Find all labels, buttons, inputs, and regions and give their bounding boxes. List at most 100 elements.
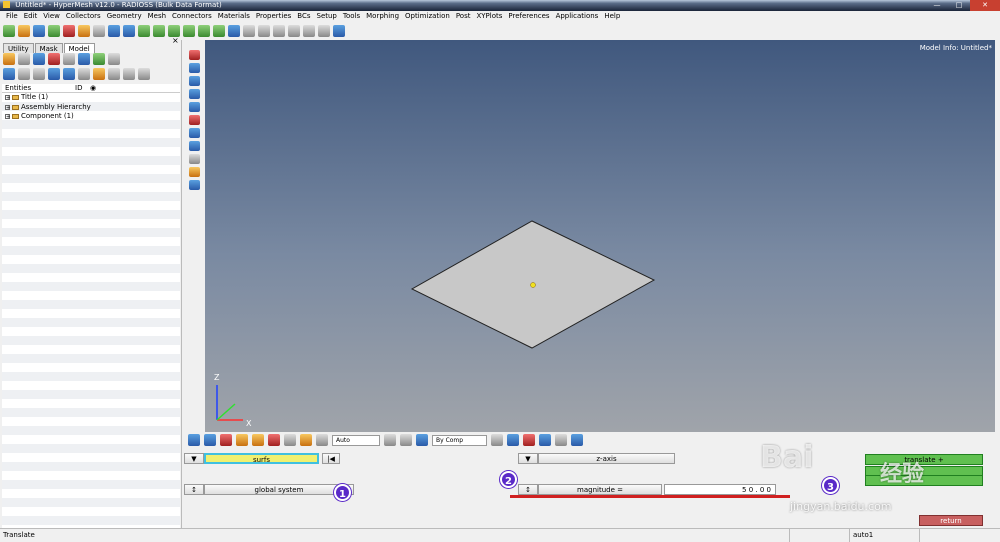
fit-icon[interactable] <box>243 25 255 37</box>
color-col-icon[interactable]: ◉ <box>87 84 96 92</box>
graphics-viewport[interactable]: Model Info: Untitled* Z X <box>205 40 995 432</box>
elem-mode-icon[interactable] <box>539 434 551 446</box>
wireframe-icon[interactable] <box>188 63 200 73</box>
wire-mode-icon[interactable] <box>491 434 503 446</box>
surfs-dropdown-arrow[interactable]: ▼ <box>184 453 204 464</box>
light-icon[interactable] <box>188 128 200 138</box>
user-icon[interactable] <box>78 25 90 37</box>
tab-utility[interactable]: Utility <box>3 43 34 53</box>
comp-display-icon[interactable] <box>188 434 200 446</box>
tree-item[interactable]: + Title (1) <box>2 93 180 103</box>
expand-plus-icon[interactable]: + <box>5 95 10 101</box>
expand-plus-icon[interactable]: + <box>5 104 10 110</box>
global-system-button[interactable]: global system <box>204 484 354 495</box>
props-tool-icon[interactable] <box>33 53 45 65</box>
feature-icon[interactable] <box>188 89 200 99</box>
rotate-icon[interactable] <box>303 25 315 37</box>
view-top-icon[interactable] <box>198 25 210 37</box>
open-icon[interactable] <box>18 25 30 37</box>
info-123-icon[interactable] <box>188 141 200 151</box>
tab-model[interactable]: Model <box>63 43 95 53</box>
vector-dropdown-arrow[interactable]: ▼ <box>518 453 538 464</box>
surf-display-icon[interactable] <box>204 434 216 446</box>
menu-tools[interactable]: Tools <box>340 11 363 22</box>
view-bottom-icon[interactable] <box>213 25 225 37</box>
mats-tool-icon[interactable] <box>48 53 60 65</box>
loads-tool-icon[interactable] <box>93 53 105 65</box>
close-panel-icon[interactable]: × <box>172 36 179 45</box>
minimize-button[interactable]: — <box>926 0 948 11</box>
expand-plus-icon[interactable]: + <box>5 114 10 120</box>
view-front-icon[interactable] <box>138 25 150 37</box>
expand-icon[interactable] <box>3 68 15 80</box>
surfs-selector[interactable]: surfs <box>204 453 319 464</box>
abc-label-icon[interactable] <box>188 154 200 164</box>
menu-file[interactable]: File <box>3 11 21 22</box>
tab-mask[interactable]: Mask <box>34 43 63 53</box>
bycomp-select[interactable]: By Comp <box>432 434 487 446</box>
entities-col[interactable]: Entities <box>2 84 72 92</box>
magnitude-input[interactable]: 5 0 . 0 0 <box>664 484 776 495</box>
refresh-icon[interactable] <box>333 25 345 37</box>
show-icon[interactable] <box>48 68 60 80</box>
menu-morphing[interactable]: Morphing <box>363 11 402 22</box>
menu-optimization[interactable]: Optimization <box>402 11 453 22</box>
misc-tool-icon[interactable] <box>108 53 120 65</box>
zoom-icon[interactable] <box>108 25 120 37</box>
geometry-color-icon[interactable] <box>416 434 428 446</box>
hide-icon[interactable] <box>63 68 75 80</box>
grid-icon[interactable] <box>555 434 567 446</box>
system-toggle[interactable]: ↕ <box>184 484 204 495</box>
abc-highlight-icon[interactable] <box>188 167 200 177</box>
select-mode-icon[interactable] <box>400 434 412 446</box>
menu-post[interactable]: Post <box>453 11 474 22</box>
id-col[interactable]: ID <box>72 84 87 92</box>
status-collector[interactable]: auto1 <box>850 529 920 542</box>
monitor-icon[interactable] <box>571 434 583 446</box>
export-icon[interactable] <box>63 25 75 37</box>
model-tool-icon[interactable] <box>3 53 15 65</box>
magnitude-label[interactable]: magnitude = <box>538 484 662 495</box>
loads-display-icon[interactable] <box>236 434 248 446</box>
collapse-icon[interactable] <box>18 68 30 80</box>
pan-icon[interactable] <box>288 25 300 37</box>
menu-properties[interactable]: Properties <box>253 11 294 22</box>
menu-setup[interactable]: Setup <box>314 11 340 22</box>
element-shade-icon[interactable] <box>188 115 200 125</box>
menu-collectors[interactable]: Collectors <box>63 11 104 22</box>
menu-geometry[interactable]: Geometry <box>104 11 145 22</box>
menu-preferences[interactable]: Preferences <box>505 11 552 22</box>
lasso-icon[interactable] <box>384 434 396 446</box>
import-icon[interactable] <box>48 25 60 37</box>
magnitude-toggle[interactable]: ↕ <box>518 484 538 495</box>
filter-icon[interactable] <box>33 68 45 80</box>
undo-icon[interactable] <box>138 68 150 80</box>
spin-icon[interactable] <box>318 25 330 37</box>
find-icon[interactable] <box>300 434 312 446</box>
menu-bcs[interactable]: BCs <box>294 11 313 22</box>
shaded-icon[interactable] <box>188 50 200 60</box>
menu-applications[interactable]: Applications <box>553 11 602 22</box>
reset-selection-button[interactable]: |◀ <box>322 453 340 464</box>
zoom-window-icon[interactable] <box>258 25 270 37</box>
sets-tool-icon[interactable] <box>63 53 75 65</box>
mats-display-icon[interactable] <box>220 434 232 446</box>
comp-tool-icon[interactable] <box>18 53 30 65</box>
menu-xyplots[interactable]: XYPlots <box>473 11 505 22</box>
iso-view-icon[interactable] <box>228 25 240 37</box>
z-axis-button[interactable]: z-axis <box>538 453 675 464</box>
new-icon[interactable] <box>3 25 15 37</box>
tree-item[interactable]: + Component (1) <box>2 112 180 122</box>
eye-alt-icon[interactable] <box>123 68 135 80</box>
view-back-icon[interactable] <box>153 25 165 37</box>
shaded-edges-icon[interactable] <box>188 76 200 86</box>
menu-edit[interactable]: Edit <box>21 11 41 22</box>
move-icon[interactable] <box>316 434 328 446</box>
view-right-icon[interactable] <box>183 25 195 37</box>
return-button[interactable]: return <box>919 515 983 526</box>
auto-select[interactable]: Auto <box>332 434 380 446</box>
center-icon[interactable] <box>273 25 285 37</box>
model-canvas[interactable]: Z X <box>205 40 995 432</box>
highlight-icon[interactable] <box>93 68 105 80</box>
menu-mesh[interactable]: Mesh <box>145 11 169 22</box>
